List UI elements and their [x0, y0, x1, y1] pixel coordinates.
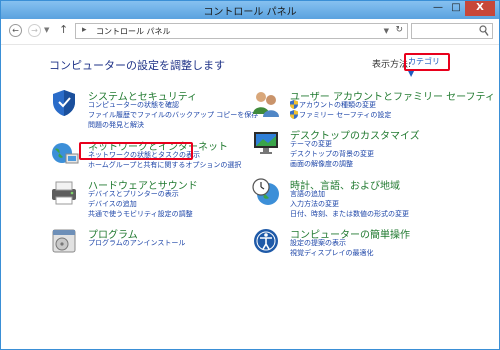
close-button[interactable]: X	[465, 1, 495, 16]
link-add-language[interactable]: 言語の追加	[290, 189, 325, 199]
clock-globe-icon	[252, 178, 279, 205]
network-status-highlight	[79, 142, 193, 160]
link-check-computer-status[interactable]: コンピューターの状態を確認	[88, 100, 179, 110]
control-panel-small-icon: ▸	[82, 25, 87, 35]
link-change-date-time-number-format[interactable]: 日付、時刻、または数値の形式の変更	[290, 209, 409, 219]
link-optimize-visual-display[interactable]: 視覚ディスプレイの最適化	[290, 248, 374, 258]
up-arrow-icon[interactable]: ↑	[59, 23, 68, 36]
refresh-icon[interactable]: ↻	[395, 25, 403, 35]
breadcrumb-control-panel[interactable]: コントロール パネル	[96, 26, 171, 37]
link-change-account-type[interactable]: アカウントの種類の変更	[299, 100, 376, 110]
link-devices-printers[interactable]: デバイスとプリンターの表示	[88, 189, 179, 199]
back-button[interactable]: ←	[9, 24, 22, 37]
globe-network-icon	[52, 143, 79, 164]
monitor-icon	[254, 132, 278, 154]
link-mobility-settings[interactable]: 共通で使うモビリティ設定の調整	[88, 209, 193, 219]
window-title: コントロール パネル	[203, 7, 297, 18]
link-find-fix-problems[interactable]: 問題の発見と解決	[88, 120, 144, 130]
programs-icon	[52, 229, 76, 253]
link-change-theme[interactable]: テーマの変更	[290, 139, 332, 149]
address-dropdown-icon[interactable]: ▼	[384, 27, 389, 35]
uac-shield-icon	[290, 100, 298, 109]
recent-locations-icon[interactable]: ▼	[44, 26, 49, 34]
link-suggested-settings[interactable]: 設定の提案の表示	[290, 238, 346, 248]
users-icon	[253, 92, 279, 117]
view-by-highlight	[404, 53, 450, 71]
shield-icon	[53, 90, 75, 116]
search-input[interactable]	[411, 23, 493, 39]
search-icon[interactable]	[479, 25, 489, 37]
link-add-device[interactable]: デバイスの追加	[88, 199, 137, 209]
minimize-button[interactable]: —	[429, 1, 447, 16]
title-bar[interactable]: コントロール パネル — □ X	[1, 1, 499, 19]
address-bar-row: ← → ▼ ↑ ▸ コントロール パネル ▼ ↻	[1, 19, 499, 45]
link-file-history-backup[interactable]: ファイル履歴でファイルのバックアップ コピーを保存	[88, 110, 258, 120]
link-homegroup-sharing[interactable]: ホームグループと共有に関するオプションの選択	[88, 160, 241, 170]
link-change-desktop-background[interactable]: デスクトップの背景の変更	[290, 149, 374, 159]
maximize-button[interactable]: □	[447, 1, 465, 16]
address-field[interactable]: ▸ コントロール パネル ▼ ↻	[75, 23, 408, 39]
uac-shield-icon	[290, 110, 298, 119]
printer-icon	[52, 181, 76, 205]
ease-of-access-icon	[254, 229, 278, 253]
link-uninstall-program[interactable]: プログラムのアンインストール	[88, 238, 185, 248]
control-panel-window: コントロール パネル — □ X ← → ▼ ↑ ▸ コントロール パネル ▼ …	[0, 0, 500, 350]
forward-button[interactable]: →	[28, 24, 41, 37]
link-family-safety[interactable]: ファミリー セーフティの設定	[299, 110, 391, 120]
link-change-input-method[interactable]: 入力方法の変更	[290, 199, 339, 209]
link-adjust-screen-resolution[interactable]: 画面の解像度の調整	[290, 159, 353, 169]
page-heading: コンピューターの設定を調整します	[49, 59, 225, 72]
